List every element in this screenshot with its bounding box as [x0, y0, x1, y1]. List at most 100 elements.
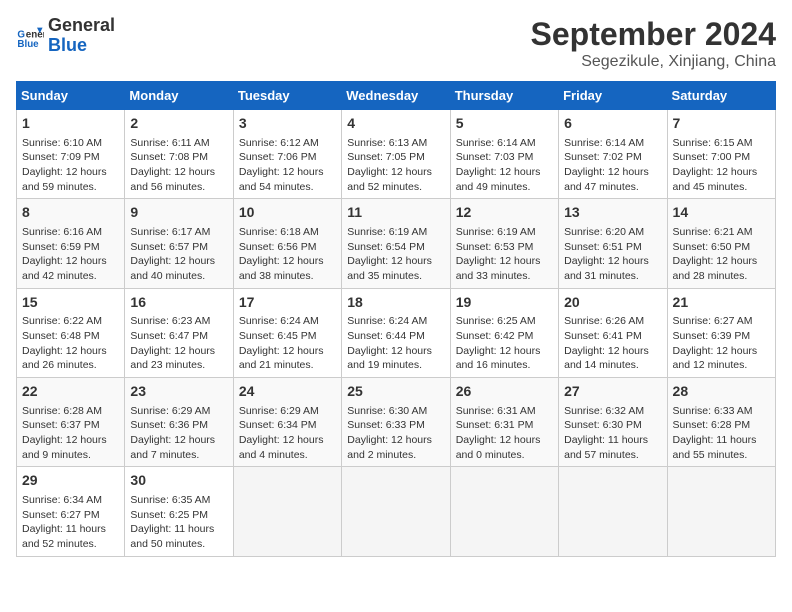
day-info-line: and 52 minutes.: [347, 180, 444, 195]
calendar-cell: 8Sunrise: 6:16 AMSunset: 6:59 PMDaylight…: [17, 199, 125, 288]
day-info-line: Daylight: 12 hours: [130, 165, 227, 180]
day-number: 3: [239, 114, 336, 134]
day-info-line: and 59 minutes.: [22, 180, 119, 195]
day-info-line: Sunrise: 6:31 AM: [456, 404, 553, 419]
day-info-line: Sunrise: 6:10 AM: [22, 136, 119, 151]
day-info-line: Daylight: 12 hours: [456, 433, 553, 448]
day-info-line: Sunrise: 6:24 AM: [239, 314, 336, 329]
day-number: 22: [22, 382, 119, 402]
day-info-line: and 42 minutes.: [22, 269, 119, 284]
day-number: 13: [564, 203, 661, 223]
day-info-line: Sunset: 7:09 PM: [22, 150, 119, 165]
day-info-line: Daylight: 12 hours: [347, 433, 444, 448]
day-info-line: Sunset: 6:48 PM: [22, 329, 119, 344]
calendar-week-row: 15Sunrise: 6:22 AMSunset: 6:48 PMDayligh…: [17, 288, 776, 377]
day-info-line: Sunset: 6:44 PM: [347, 329, 444, 344]
location-subtitle: Segezikule, Xinjiang, China: [531, 53, 776, 71]
day-info-line: Daylight: 12 hours: [673, 344, 770, 359]
day-info-line: Sunset: 6:42 PM: [456, 329, 553, 344]
day-info-line: and 28 minutes.: [673, 269, 770, 284]
calendar-cell: 11Sunrise: 6:19 AMSunset: 6:54 PMDayligh…: [342, 199, 450, 288]
day-info-line: Sunrise: 6:19 AM: [347, 225, 444, 240]
day-info-line: Sunset: 7:05 PM: [347, 150, 444, 165]
calendar-week-row: 1Sunrise: 6:10 AMSunset: 7:09 PMDaylight…: [17, 110, 776, 199]
day-number: 30: [130, 471, 227, 491]
month-title: September 2024: [531, 16, 776, 53]
day-info-line: Sunrise: 6:14 AM: [564, 136, 661, 151]
day-number: 11: [347, 203, 444, 223]
day-info-line: Sunrise: 6:12 AM: [239, 136, 336, 151]
day-info-line: and 50 minutes.: [130, 537, 227, 552]
day-info-line: Daylight: 11 hours: [673, 433, 770, 448]
logo-general: General: [48, 16, 115, 36]
day-info-line: and 54 minutes.: [239, 180, 336, 195]
day-number: 7: [673, 114, 770, 134]
calendar-cell: [667, 467, 775, 556]
day-info-line: and 2 minutes.: [347, 448, 444, 463]
day-info-line: Sunrise: 6:34 AM: [22, 493, 119, 508]
day-info-line: and 21 minutes.: [239, 358, 336, 373]
day-info-line: Daylight: 12 hours: [347, 165, 444, 180]
calendar-cell: [233, 467, 341, 556]
calendar-cell: [559, 467, 667, 556]
weekday-header-thursday: Thursday: [450, 82, 558, 110]
day-info-line: Sunrise: 6:25 AM: [456, 314, 553, 329]
day-number: 21: [673, 293, 770, 313]
weekday-header-friday: Friday: [559, 82, 667, 110]
day-info-line: and 52 minutes.: [22, 537, 119, 552]
day-info-line: Daylight: 12 hours: [22, 254, 119, 269]
day-info-line: Sunset: 7:08 PM: [130, 150, 227, 165]
days-of-week-row: SundayMondayTuesdayWednesdayThursdayFrid…: [17, 82, 776, 110]
day-number: 28: [673, 382, 770, 402]
calendar-cell: 19Sunrise: 6:25 AMSunset: 6:42 PMDayligh…: [450, 288, 558, 377]
day-info-line: and 7 minutes.: [130, 448, 227, 463]
day-info-line: Sunset: 7:03 PM: [456, 150, 553, 165]
logo: G eneral Blue General Blue: [16, 16, 115, 56]
calendar: SundayMondayTuesdayWednesdayThursdayFrid…: [16, 81, 776, 557]
day-number: 15: [22, 293, 119, 313]
weekday-header-tuesday: Tuesday: [233, 82, 341, 110]
day-info-line: and 55 minutes.: [673, 448, 770, 463]
day-number: 6: [564, 114, 661, 134]
day-info-line: Daylight: 12 hours: [130, 254, 227, 269]
day-info-line: Daylight: 12 hours: [22, 165, 119, 180]
calendar-cell: 4Sunrise: 6:13 AMSunset: 7:05 PMDaylight…: [342, 110, 450, 199]
day-info-line: Sunrise: 6:24 AM: [347, 314, 444, 329]
day-info-line: and 56 minutes.: [130, 180, 227, 195]
day-number: 9: [130, 203, 227, 223]
calendar-cell: 5Sunrise: 6:14 AMSunset: 7:03 PMDaylight…: [450, 110, 558, 199]
day-number: 16: [130, 293, 227, 313]
svg-text:Blue: Blue: [17, 39, 39, 50]
day-info-line: Sunrise: 6:15 AM: [673, 136, 770, 151]
day-number: 18: [347, 293, 444, 313]
day-info-line: Sunset: 6:31 PM: [456, 418, 553, 433]
day-info-line: Sunset: 6:34 PM: [239, 418, 336, 433]
day-info-line: Sunrise: 6:29 AM: [239, 404, 336, 419]
calendar-cell: [450, 467, 558, 556]
day-info-line: Sunset: 6:30 PM: [564, 418, 661, 433]
day-info-line: Daylight: 12 hours: [456, 165, 553, 180]
day-info-line: Sunset: 6:50 PM: [673, 240, 770, 255]
title-block: September 2024 Segezikule, Xinjiang, Chi…: [531, 16, 776, 71]
day-info-line: Daylight: 11 hours: [564, 433, 661, 448]
day-info-line: Daylight: 12 hours: [22, 433, 119, 448]
day-info-line: Sunrise: 6:16 AM: [22, 225, 119, 240]
day-info-line: Daylight: 12 hours: [22, 344, 119, 359]
day-info-line: Sunrise: 6:29 AM: [130, 404, 227, 419]
day-info-line: Sunset: 7:02 PM: [564, 150, 661, 165]
day-info-line: Sunrise: 6:35 AM: [130, 493, 227, 508]
day-info-line: Sunrise: 6:17 AM: [130, 225, 227, 240]
day-info-line: Sunrise: 6:19 AM: [456, 225, 553, 240]
weekday-header-wednesday: Wednesday: [342, 82, 450, 110]
day-number: 25: [347, 382, 444, 402]
day-number: 8: [22, 203, 119, 223]
day-info-line: Sunrise: 6:30 AM: [347, 404, 444, 419]
day-info-line: and 38 minutes.: [239, 269, 336, 284]
day-info-line: Sunrise: 6:28 AM: [22, 404, 119, 419]
day-info-line: Sunset: 6:28 PM: [673, 418, 770, 433]
calendar-cell: 20Sunrise: 6:26 AMSunset: 6:41 PMDayligh…: [559, 288, 667, 377]
day-info-line: Daylight: 12 hours: [347, 254, 444, 269]
calendar-cell: 14Sunrise: 6:21 AMSunset: 6:50 PMDayligh…: [667, 199, 775, 288]
calendar-cell: 18Sunrise: 6:24 AMSunset: 6:44 PMDayligh…: [342, 288, 450, 377]
day-info-line: Daylight: 11 hours: [130, 522, 227, 537]
